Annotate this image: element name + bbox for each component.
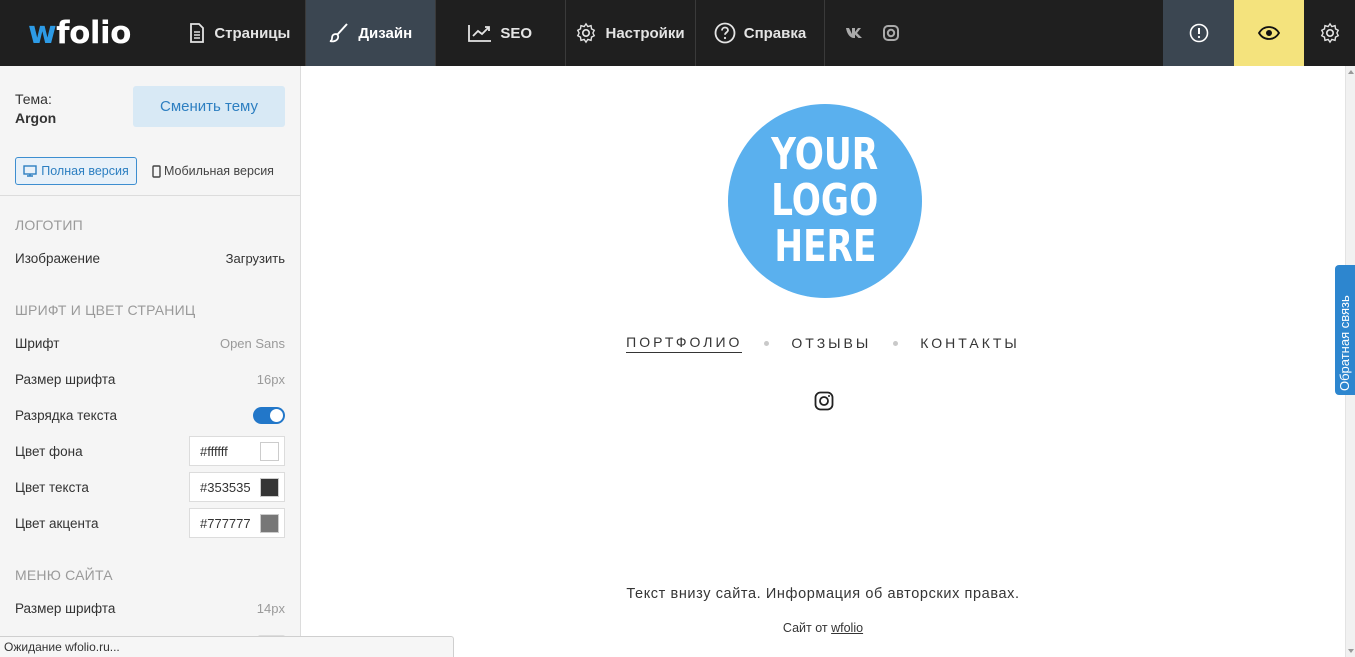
footer-copyright-text: Текст внизу сайта. Информация об авторск… bbox=[626, 586, 1020, 602]
theme-name: Argon bbox=[15, 110, 57, 126]
eye-icon bbox=[1258, 26, 1281, 40]
menu-item-reviews[interactable]: ОТЗЫВЫ bbox=[791, 335, 871, 353]
menu-font-size-label: Размер шрифта bbox=[15, 600, 116, 616]
scroll-down-arrow[interactable] bbox=[1348, 649, 1354, 653]
text-color-field[interactable]: #353535 bbox=[189, 472, 285, 502]
divider bbox=[0, 195, 300, 196]
question-icon bbox=[714, 22, 736, 44]
logo-text: folio bbox=[56, 15, 131, 51]
scroll-up-arrow[interactable] bbox=[1348, 70, 1354, 74]
instagram-icon[interactable] bbox=[883, 25, 900, 41]
brush-icon bbox=[330, 23, 349, 43]
account-settings-button[interactable] bbox=[1304, 0, 1355, 66]
wfolio-credit-link[interactable]: wfolio bbox=[831, 621, 863, 635]
credit-prefix: Сайт от bbox=[782, 621, 828, 635]
logo-line-1: YOUR bbox=[771, 129, 879, 180]
text-color-value: #353535 bbox=[200, 479, 251, 495]
document-icon bbox=[190, 23, 205, 43]
menu-separator bbox=[893, 341, 899, 346]
accent-color-row: Цвет акцента #777777 bbox=[15, 508, 285, 538]
bg-color-swatch[interactable] bbox=[260, 441, 279, 461]
bg-color-value: #ffffff bbox=[200, 443, 228, 459]
footer-credit: Сайт от wfolio bbox=[301, 621, 1345, 635]
nav-help-label: Справка bbox=[743, 24, 807, 42]
menu-item-contacts[interactable]: КОНТАКТЫ bbox=[920, 335, 1020, 353]
text-color-swatch[interactable] bbox=[260, 477, 279, 497]
menu-font-size-row[interactable]: Размер шрифта 14px bbox=[15, 598, 285, 618]
logo-image-label: Изображение bbox=[15, 250, 101, 266]
preview-button[interactable] bbox=[1234, 0, 1305, 66]
site-preview: YOUR LOGO HERE ПОРТФОЛИО ОТЗЫВЫ КОНТАКТЫ… bbox=[301, 66, 1345, 657]
instagram-icon[interactable] bbox=[814, 391, 834, 416]
nav-settings-label: Настройки bbox=[605, 24, 685, 42]
gear-icon bbox=[1320, 22, 1339, 44]
site-menu: ПОРТФОЛИО ОТЗЫВЫ КОНТАКТЫ bbox=[301, 334, 1345, 353]
accent-color-label: Цвет акцента bbox=[15, 515, 99, 531]
alert-icon bbox=[1189, 23, 1208, 43]
menu-separator bbox=[764, 341, 770, 346]
nav-pages-label: Страницы bbox=[214, 24, 291, 42]
bg-color-row: Цвет фона #ffffff bbox=[15, 436, 285, 466]
accent-color-swatch[interactable] bbox=[260, 513, 279, 533]
font-label: Шрифт bbox=[15, 335, 60, 351]
text-color-label: Цвет текста bbox=[15, 479, 89, 495]
accent-color-field[interactable]: #777777 bbox=[189, 508, 285, 538]
chart-icon bbox=[468, 25, 492, 42]
font-row[interactable]: Шрифт Open Sans bbox=[15, 333, 285, 353]
font-section-title: Шрифт и цвет страниц bbox=[15, 302, 196, 318]
logo-letter-w: w bbox=[28, 15, 57, 51]
notifications-button[interactable] bbox=[1163, 0, 1235, 66]
mobile-version-tab[interactable]: Мобильная версия bbox=[152, 157, 274, 185]
theme-label: Тема: bbox=[15, 91, 52, 107]
design-sidebar: Тема: Argon Сменить тему Полная версия М… bbox=[0, 66, 301, 657]
mobile-icon bbox=[152, 164, 161, 178]
bg-color-field[interactable]: #ffffff bbox=[189, 436, 285, 466]
site-logo-placeholder[interactable]: YOUR LOGO HERE bbox=[728, 104, 922, 298]
font-value[interactable]: Open Sans bbox=[220, 336, 285, 351]
mobile-version-label: Мобильная версия bbox=[164, 164, 274, 178]
full-version-label: Полная версия bbox=[41, 164, 129, 178]
accent-color-value: #777777 bbox=[200, 515, 251, 531]
menu-item-portfolio[interactable]: ПОРТФОЛИО bbox=[626, 334, 743, 353]
gear-icon bbox=[577, 22, 596, 44]
upload-logo-link[interactable]: Загрузить bbox=[226, 251, 285, 266]
vk-icon[interactable] bbox=[845, 27, 865, 39]
nav-design[interactable]: Дизайн bbox=[304, 0, 435, 66]
browser-status-bar: Ожидание wfolio.ru... bbox=[0, 636, 454, 657]
feedback-tab[interactable]: Обратная связь bbox=[1335, 265, 1355, 395]
font-size-row[interactable]: Размер шрифта 16px bbox=[15, 369, 285, 389]
nav-pages[interactable]: Страницы bbox=[174, 0, 305, 66]
feedback-tab-label: Обратная связь bbox=[1337, 295, 1352, 391]
logo-section-title: Логотип bbox=[15, 217, 83, 233]
menu-section-title: Меню сайта bbox=[15, 567, 113, 583]
letter-spacing-label: Разрядка текста bbox=[15, 407, 117, 423]
wfolio-logo[interactable]: w folio bbox=[0, 0, 174, 66]
letter-spacing-row: Разрядка текста bbox=[15, 405, 285, 425]
top-bar: w folio Страницы Дизайн SEO Настройки Спр… bbox=[0, 0, 1355, 66]
theme-info: Тема: Argon bbox=[15, 90, 56, 128]
full-version-tab[interactable]: Полная версия bbox=[15, 157, 137, 185]
menu-font-size-value[interactable]: 14px bbox=[257, 601, 285, 616]
social-links bbox=[824, 0, 1163, 66]
nav-seo-label: SEO bbox=[500, 24, 532, 42]
nav-help[interactable]: Справка bbox=[694, 0, 825, 66]
font-size-label: Размер шрифта bbox=[15, 371, 116, 387]
nav-settings[interactable]: Настройки bbox=[564, 0, 695, 66]
text-color-row: Цвет текста #353535 bbox=[15, 472, 285, 502]
bg-color-label: Цвет фона bbox=[15, 443, 83, 459]
nav-seo[interactable]: SEO bbox=[434, 0, 565, 66]
nav-design-label: Дизайн bbox=[358, 24, 413, 42]
logo-line-2: LOGO bbox=[771, 175, 879, 226]
logo-image-row: Изображение Загрузить bbox=[15, 248, 285, 268]
font-size-value[interactable]: 16px bbox=[257, 372, 285, 387]
letter-spacing-toggle[interactable] bbox=[253, 406, 285, 424]
change-theme-button[interactable]: Сменить тему bbox=[133, 86, 285, 127]
logo-line-3: HERE bbox=[773, 221, 877, 272]
desktop-icon bbox=[23, 165, 37, 177]
